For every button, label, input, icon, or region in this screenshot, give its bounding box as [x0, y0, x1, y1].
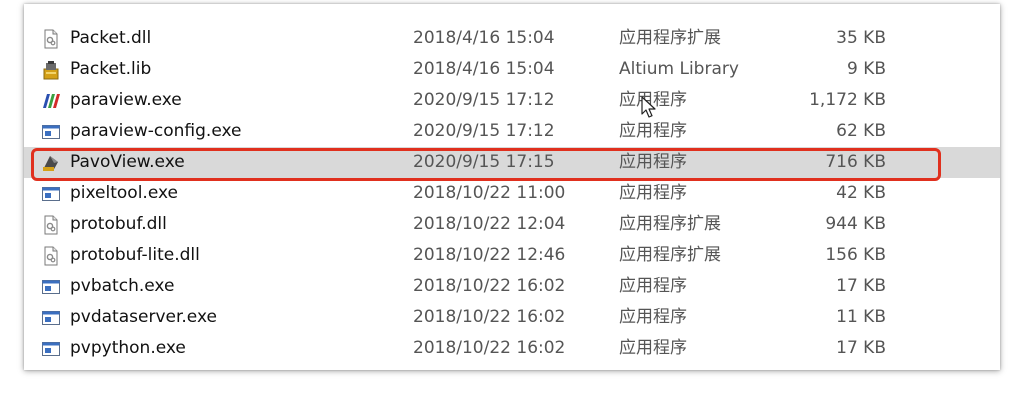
file-date: 2020/9/15 17:12	[413, 121, 555, 141]
file-size: 156 KB	[825, 245, 886, 265]
file-row-paraview-exe[interactable]: paraview.exe 2020/9/15 17:12 应用程序 1,172 …	[24, 85, 1000, 116]
file-row-packet-lib[interactable]: Packet.lib 2018/4/16 15:04 Altium Librar…	[24, 54, 1000, 85]
pavoview-icon	[41, 153, 61, 173]
file-type: 应用程序扩展	[619, 214, 721, 234]
file-name: Packet.dll	[70, 28, 152, 48]
file-date: 2018/10/22 16:02	[413, 338, 566, 358]
file-type: Altium Library	[619, 59, 739, 79]
file-name: protobuf.dll	[70, 214, 167, 234]
exe-icon	[41, 277, 61, 297]
file-type: 应用程序	[619, 183, 687, 203]
file-row-packet-dll[interactable]: Packet.dll 2018/4/16 15:04 应用程序扩展 35 KB	[24, 23, 1000, 54]
file-type: 应用程序	[619, 121, 687, 141]
file-date: 2018/4/16 15:04	[413, 59, 555, 79]
file-type: 应用程序扩展	[619, 245, 721, 265]
file-size: 42 KB	[836, 183, 886, 203]
file-size: 17 KB	[836, 338, 886, 358]
file-size: 11 KB	[836, 307, 886, 327]
dll-file-icon	[41, 246, 61, 266]
file-date: 2020/9/15 17:15	[413, 152, 555, 172]
file-name: PavoView.exe	[70, 152, 185, 172]
file-size: 35 KB	[836, 28, 886, 48]
exe-icon	[41, 339, 61, 359]
altium-library-icon	[41, 60, 61, 80]
file-size: 17 KB	[836, 276, 886, 296]
file-date: 2018/4/16 15:04	[413, 28, 555, 48]
file-list-window: Packet.dll 2018/4/16 15:04 应用程序扩展 35 KB …	[24, 4, 1000, 370]
file-row-protobuf-lite-dll[interactable]: protobuf-lite.dll 2018/10/22 12:46 应用程序扩…	[24, 240, 1000, 271]
file-type: 应用程序	[619, 338, 687, 358]
file-date: 2018/10/22 12:46	[413, 245, 566, 265]
file-name: pvpython.exe	[70, 338, 186, 358]
file-name: paraview-config.exe	[70, 121, 242, 141]
exe-icon	[41, 184, 61, 204]
file-row-pvpython-exe[interactable]: pvpython.exe 2018/10/22 16:02 应用程序 17 KB	[24, 333, 1000, 364]
file-date: 2020/9/15 17:12	[413, 90, 555, 110]
mouse-cursor-icon	[641, 96, 657, 118]
file-type: 应用程序	[619, 307, 687, 327]
file-type: 应用程序扩展	[619, 28, 721, 48]
file-row-paraview-config-exe[interactable]: paraview-config.exe 2020/9/15 17:12 应用程序…	[24, 116, 1000, 147]
file-row-pixeltool-exe[interactable]: pixeltool.exe 2018/10/22 11:00 应用程序 42 K…	[24, 178, 1000, 209]
file-row-pavoview-exe[interactable]: PavoView.exe 2020/9/15 17:15 应用程序 716 KB	[24, 147, 1000, 178]
file-type: 应用程序	[619, 152, 687, 172]
file-date: 2018/10/22 16:02	[413, 307, 566, 327]
file-name: Packet.lib	[70, 59, 152, 79]
file-name: protobuf-lite.dll	[70, 245, 200, 265]
file-row-pvdataserver-exe[interactable]: pvdataserver.exe 2018/10/22 16:02 应用程序 1…	[24, 302, 1000, 333]
file-date: 2018/10/22 11:00	[413, 183, 566, 203]
file-size: 944 KB	[825, 214, 886, 234]
file-date: 2018/10/22 16:02	[413, 276, 566, 296]
paraview-icon	[41, 91, 61, 111]
file-list: Packet.dll 2018/4/16 15:04 应用程序扩展 35 KB …	[24, 23, 1000, 364]
file-size: 716 KB	[825, 152, 886, 172]
file-size: 9 KB	[846, 59, 886, 79]
file-size: 62 KB	[836, 121, 886, 141]
dll-file-icon	[41, 29, 61, 49]
exe-icon	[41, 122, 61, 142]
file-date: 2018/10/22 12:04	[413, 214, 566, 234]
file-name: pvbatch.exe	[70, 276, 175, 296]
dll-file-icon	[41, 215, 61, 235]
file-row-protobuf-dll[interactable]: protobuf.dll 2018/10/22 12:04 应用程序扩展 944…	[24, 209, 1000, 240]
file-name: pvdataserver.exe	[70, 307, 217, 327]
file-name: paraview.exe	[70, 90, 182, 110]
file-size: 1,172 KB	[809, 90, 886, 110]
file-name: pixeltool.exe	[70, 183, 178, 203]
file-row-pvbatch-exe[interactable]: pvbatch.exe 2018/10/22 16:02 应用程序 17 KB	[24, 271, 1000, 302]
file-type: 应用程序	[619, 276, 687, 296]
exe-icon	[41, 308, 61, 328]
